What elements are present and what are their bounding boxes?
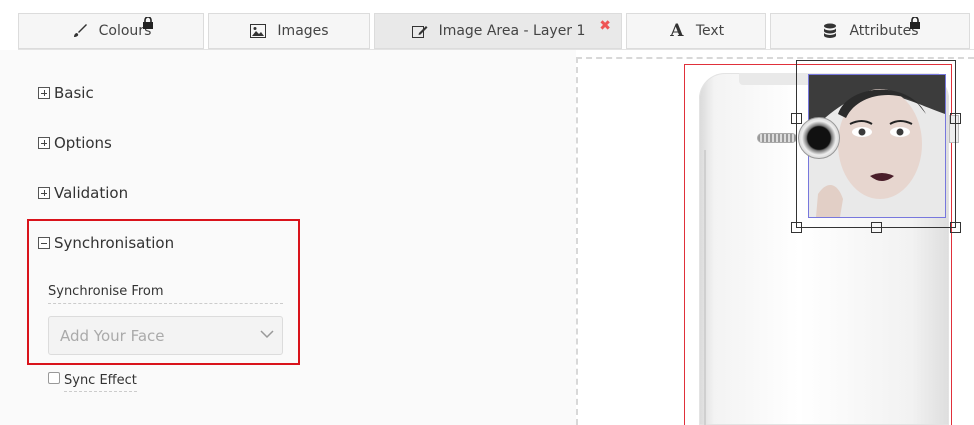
resize-handle-top-right[interactable] xyxy=(950,113,961,124)
tab-text[interactable]: A Text xyxy=(626,13,766,49)
lock-icon xyxy=(910,16,920,29)
resize-handle-bottom-middle[interactable] xyxy=(871,222,882,233)
edit-icon xyxy=(411,23,429,39)
resize-handle-bottom-right[interactable] xyxy=(950,222,961,233)
sync-effect-row: Sync Effect xyxy=(48,371,137,392)
flash-grille xyxy=(757,133,797,143)
section-basic[interactable]: Basic xyxy=(38,84,94,102)
sync-effect-checkbox[interactable] xyxy=(48,371,60,384)
chevron-down-icon xyxy=(260,330,274,339)
camera-lens xyxy=(798,117,840,159)
select-value: Add Your Face xyxy=(60,326,165,345)
section-validation-label: Validation xyxy=(54,184,129,202)
tab-text-label: Text xyxy=(695,23,725,39)
section-options[interactable]: Options xyxy=(38,134,112,152)
lock-icon xyxy=(143,16,153,29)
tab-images[interactable]: Images xyxy=(208,13,370,49)
phone-side-edge xyxy=(704,150,706,425)
tab-image-area-label: Image Area - Layer 1 xyxy=(438,23,586,39)
text-icon: A xyxy=(670,21,684,41)
tab-colours[interactable]: Colours xyxy=(18,13,204,49)
expand-icon xyxy=(38,187,50,199)
close-icon[interactable]: ✖ xyxy=(599,18,611,34)
synchronise-from-select[interactable]: Add Your Face xyxy=(48,316,283,355)
expand-icon xyxy=(38,137,50,149)
collapse-icon xyxy=(38,237,50,249)
expand-icon xyxy=(38,87,50,99)
tab-images-label: Images xyxy=(277,23,329,39)
section-synchronisation[interactable]: Synchronisation xyxy=(38,234,174,252)
section-validation[interactable]: Validation xyxy=(38,184,128,202)
brush-icon xyxy=(71,23,89,39)
tab-image-area-layer-1[interactable]: Image Area - Layer 1 ✖ xyxy=(374,13,622,49)
section-basic-label: Basic xyxy=(54,84,94,102)
tab-bar: Colours Images Image Area - Layer 1 ✖ A … xyxy=(0,0,974,50)
resize-handle-bottom-left[interactable] xyxy=(791,222,802,233)
tab-attributes-label: Attributes xyxy=(849,23,919,39)
synchronise-from-label: Synchronise From xyxy=(48,284,283,304)
image-icon xyxy=(249,23,267,39)
database-icon xyxy=(821,23,839,39)
section-options-label: Options xyxy=(54,134,112,152)
sync-effect-label: Sync Effect xyxy=(64,373,137,392)
resize-handle-top-left[interactable] xyxy=(791,113,802,124)
tab-attributes[interactable]: Attributes xyxy=(770,13,970,49)
section-synchronisation-label: Synchronisation xyxy=(54,234,175,252)
